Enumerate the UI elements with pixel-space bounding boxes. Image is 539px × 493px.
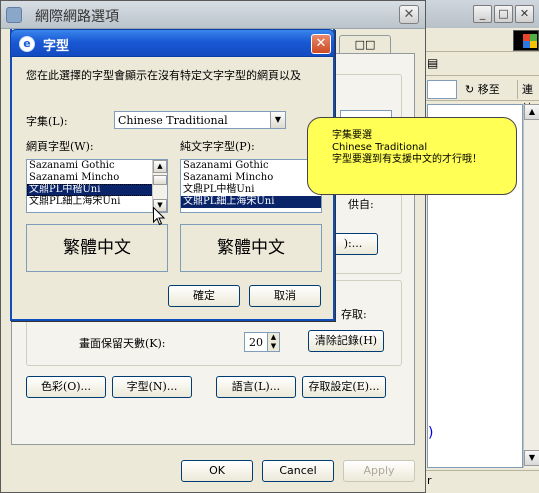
tooltip-line-1: 字集要選	[332, 130, 372, 141]
minimize-button[interactable]: _	[473, 5, 492, 23]
days-stepper[interactable]: 20 ▲ ▼	[244, 332, 280, 352]
list-item[interactable]: Sazanami Mincho	[181, 172, 321, 184]
scroll-thumb[interactable]	[153, 175, 167, 185]
fonts-button[interactable]: 字型(N)...	[112, 376, 192, 398]
cancel-button[interactable]: Cancel	[262, 460, 334, 482]
languages-button[interactable]: 語言(L)...	[216, 376, 296, 398]
print-icon[interactable]: ▤	[427, 56, 438, 70]
tooltip-line-3: 字型要選到有支援中文的才行哦！	[332, 154, 482, 165]
status-bar: r	[425, 470, 539, 493]
ie-logo-icon: e	[19, 36, 35, 52]
days-value: 20	[249, 336, 263, 349]
font-dialog-description: 您在此選擇的字型會顯示在沒有特定文字字型的網頁以及	[26, 69, 301, 82]
list-item[interactable]: 文鼎PL細上海宋Uni	[27, 196, 167, 208]
days-label: 畫面保留天數(K):	[79, 337, 166, 350]
accessibility-button[interactable]: 存取設定(E)...	[302, 376, 386, 398]
help-tooltip: 字集要選 Chinese Traditional 字型要選到有支援中文的才行哦！	[307, 117, 517, 195]
list-item-selected[interactable]: 文鼎PL細上海宋Uni	[181, 196, 321, 208]
font-cancel-button[interactable]: 取消	[249, 285, 321, 307]
font-dialog: e 字型 ✕ 您在此選擇的字型會顯示在沒有特定文字字型的網頁以及 字集(L): …	[10, 29, 335, 321]
plain-font-preview: 繁體中文	[180, 224, 322, 272]
scroll-up-icon[interactable]: ▲	[524, 104, 539, 120]
mouse-cursor-icon	[153, 207, 165, 226]
stepper-arrows-icon[interactable]: ▲ ▼	[267, 333, 279, 351]
list-item[interactable]: Sazanami Gothic	[181, 160, 321, 172]
chevron-down-icon[interactable]: ▼	[270, 112, 285, 128]
peek-label-1: 供自:	[348, 198, 374, 211]
charset-value: Chinese Traditional	[118, 114, 228, 127]
tooltip-line-2: Chinese Traditional	[332, 142, 428, 153]
font-ok-button[interactable]: 確定	[168, 285, 240, 307]
font-dialog-close-button[interactable]: ✕	[311, 34, 331, 54]
windows-logo-icon	[513, 30, 539, 51]
clear-history-button[interactable]: 清除記錄(H)	[308, 330, 384, 352]
content-link[interactable]: )	[428, 425, 433, 441]
colors-button[interactable]: 色彩(O)...	[26, 376, 106, 398]
options-titlebar: 網際網路選項 ✕	[1, 1, 425, 29]
peek-button[interactable]: ):...	[328, 233, 378, 255]
maximize-button[interactable]: □	[494, 5, 513, 23]
go-arrow-icon: ↻	[465, 83, 475, 96]
scroll-down-icon[interactable]: ▼	[524, 450, 539, 466]
browser-toolbar: ▤	[425, 54, 539, 76]
options-close-button[interactable]: ✕	[399, 5, 419, 24]
web-font-label: 網頁字型(W):	[26, 140, 94, 153]
list-item[interactable]: Sazanami Gothic	[27, 160, 167, 172]
go-label: 移至	[477, 83, 500, 96]
options-window-icon	[6, 7, 22, 23]
list-item-selected[interactable]: 文鼎PL中楷Uni	[27, 184, 167, 196]
options-title: 網際網路選項	[35, 9, 119, 25]
history-peek-label: 存取:	[341, 308, 367, 321]
plain-font-list[interactable]: Sazanami Gothic Sazanami Mincho 文鼎PL中楷Un…	[180, 159, 322, 213]
web-font-list[interactable]: Sazanami Gothic Sazanami Mincho 文鼎PL中楷Un…	[26, 159, 168, 213]
address-input[interactable]	[427, 80, 457, 99]
browser-close-button[interactable]: ✕	[515, 5, 534, 23]
ok-button[interactable]: OK	[181, 460, 253, 482]
scroll-up-icon[interactable]: ▲	[153, 160, 167, 173]
web-font-scrollbar[interactable]: ▲ ▼	[152, 160, 167, 212]
go-button[interactable]: ↻ 移至	[465, 80, 500, 99]
list-item[interactable]: 文鼎PL中楷Uni	[181, 184, 321, 196]
browser-titlebar: _ □ ✕	[425, 0, 539, 28]
browser-window: _ □ ✕ ▤ ↻ 移至 連結 ) ▲ ▼ r	[424, 0, 539, 493]
font-dialog-title: 字型	[43, 39, 70, 54]
charset-select[interactable]: Chinese Traditional ▼	[114, 111, 286, 129]
plain-font-label: 純文字字型(P):	[180, 140, 255, 153]
tab-partial[interactable]: □□	[339, 35, 391, 55]
browser-scrollbar[interactable]: ▲ ▼	[523, 104, 539, 468]
web-font-preview: 繁體中文	[26, 224, 168, 272]
links-button[interactable]: 連結	[517, 80, 539, 115]
apply-button[interactable]: Apply	[343, 460, 415, 482]
font-dialog-titlebar: e 字型 ✕	[10, 29, 335, 57]
list-item[interactable]: Sazanami Mincho	[27, 172, 167, 184]
charset-label: 字集(L):	[26, 115, 68, 128]
